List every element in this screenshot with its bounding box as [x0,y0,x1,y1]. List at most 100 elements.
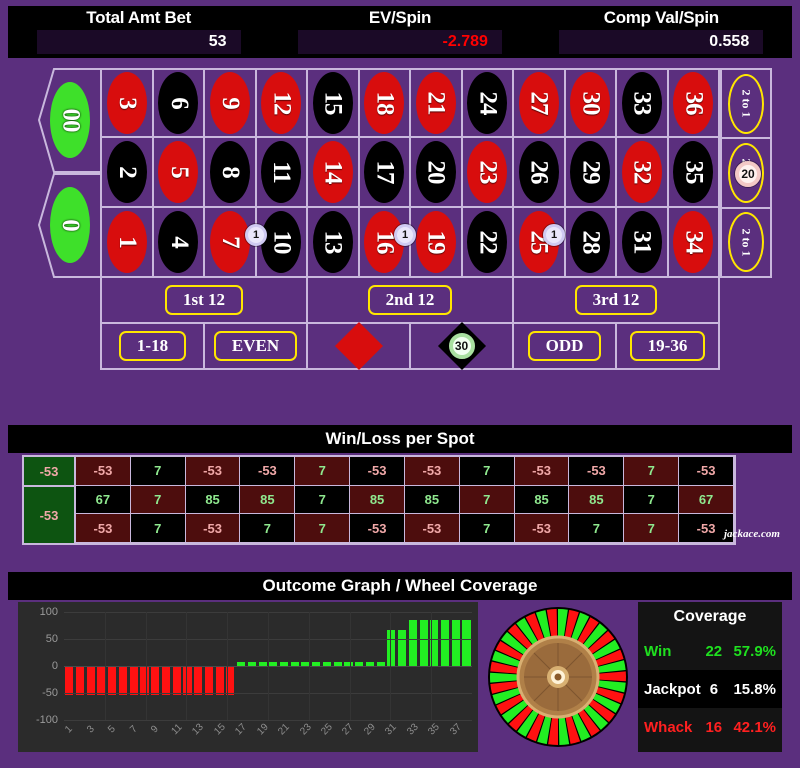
winloss-cell: -53 [185,514,241,543]
number-cell-4[interactable]: 4 [153,208,205,278]
coverage-percent: 15.8% [733,680,776,698]
chart-vgridline [431,612,433,720]
coverage-percent: 42.1% [733,718,777,736]
number-cell-13[interactable]: 13 [308,208,360,278]
number-cell-14[interactable]: 14 [308,138,360,208]
number-cell-26[interactable]: 26 [514,138,566,208]
winloss-cell: 7 [295,485,351,515]
winloss-cell: 7 [459,457,515,486]
column-bet-label: 2 to 1 [739,89,754,118]
number-oval: 15 [312,72,353,134]
number-cell-30[interactable]: 30 [565,68,617,138]
number-cell-18[interactable]: 18 [359,68,411,138]
chart-gridline [64,720,472,721]
number-label: 22 [474,230,502,254]
number-cell-9[interactable]: 9 [205,68,257,138]
number-cell-24[interactable]: 24 [462,68,514,138]
column-bet-middle[interactable]: 2 to 1 20 [722,139,770,209]
number-cell-28[interactable]: 28 [565,208,617,278]
stat-value: 53 [36,30,241,54]
number-cell-17[interactable]: 17 [359,138,411,208]
number-oval: 18 [364,72,405,134]
chart-y-tick: 50 [45,633,58,645]
number-cell-20[interactable]: 20 [411,138,463,208]
chart-bar [387,629,396,666]
outcome-graph-title: Outcome Graph / Wheel Coverage [8,572,792,600]
number-cell-15[interactable]: 15 [308,68,360,138]
number-cell-6[interactable]: 6 [153,68,205,138]
number-cell-19[interactable]: 19 [411,208,463,278]
number-oval: 13 [312,211,353,273]
number-label: 15 [319,91,347,115]
column-bet-bottom[interactable]: 2 to 1 [722,209,770,276]
number-oval: 31 [621,211,662,273]
chart-x-label-slot: 13 [190,722,206,748]
number-oval: 24 [467,72,508,134]
number-cell-34[interactable]: 34 [668,208,720,278]
number-label: 30 [577,91,605,115]
number-label: 12 [268,91,296,115]
number-cell-29[interactable]: 29 [565,138,617,208]
number-cell-22[interactable]: 22 [462,208,514,278]
chart-x-label-slot [440,722,451,748]
number-cell-36[interactable]: 36 [668,68,720,138]
number-cell-32[interactable]: 32 [617,138,669,208]
number-cell-33[interactable]: 33 [617,68,669,138]
number-oval: 8 [209,141,250,203]
dozen-bet-2nd-12[interactable]: 2nd 12 [308,278,514,324]
dozen-label: 1st 12 [164,285,244,315]
stat-value-wrap: 53 [8,30,269,56]
number-cell-27[interactable]: 27 [514,68,566,138]
double-zero-label: 00 [57,108,84,132]
number-oval: 26 [518,141,559,203]
number-cell-35[interactable]: 35 [668,138,720,208]
chart-y-tick: 0 [51,660,58,672]
chart-vgridline [349,612,351,720]
number-cell-8[interactable]: 8 [205,138,257,208]
winloss-cell: -53 [514,457,570,486]
winloss-cell: -53 [185,457,241,486]
number-cell-1[interactable]: 1 [102,208,154,278]
winloss-cell: 85 [350,485,405,515]
zero-cell[interactable]: 0 [38,173,100,278]
number-cell-3[interactable]: 3 [102,68,154,138]
number-cell-12[interactable]: 12 [256,68,308,138]
number-oval: 12 [261,72,302,134]
bet-chip-black[interactable]: 30 [448,333,475,359]
outside-bet-label: ODD [527,331,602,361]
winloss-cell: 85 [404,485,460,515]
number-cell-2[interactable]: 2 [102,138,154,208]
outside-bet-black[interactable]: 30 [411,321,514,371]
chart-bar [86,666,95,695]
dozen-bet-3rd-12[interactable]: 3rd 12 [514,278,720,324]
number-label: 31 [628,230,656,254]
chart-x-label-slot [161,722,172,748]
number-cell-10[interactable]: 10 [256,208,308,278]
bet-chip-split-8-11[interactable]: 1 [245,224,267,246]
chart-x-label-slot: 27 [341,722,357,748]
outside-bet-high[interactable]: 19-36 [617,324,720,370]
outside-bet-red[interactable] [308,321,411,371]
number-cell-5[interactable]: 5 [153,138,205,208]
bet-chip-split-17-20[interactable]: 1 [394,224,416,246]
outside-bet-even[interactable]: EVEN [205,324,308,370]
column-bet-top[interactable]: 2 to 1 [722,70,770,140]
number-label: 20 [422,160,450,184]
coverage-title: Coverage [673,608,747,625]
number-cell-31[interactable]: 31 [617,208,669,278]
double-zero-cell[interactable]: 00 [38,68,100,173]
number-cell-11[interactable]: 11 [256,138,308,208]
number-cell-21[interactable]: 21 [411,68,463,138]
winloss-cell: 67 [76,485,131,515]
chart-x-label-slot [246,722,257,748]
number-oval: 3 [106,72,147,134]
outside-bet-odd[interactable]: ODD [514,324,617,370]
number-label: 32 [628,160,656,184]
chart-vgridline [186,612,188,720]
outside-bet-low[interactable]: 1-18 [102,324,205,370]
bet-chip-split-26-29[interactable]: 1 [543,224,565,246]
number-cell-23[interactable]: 23 [462,138,514,208]
dozen-bet-1st-12[interactable]: 1st 12 [102,278,308,324]
number-oval: 20 [415,141,456,203]
number-oval: 28 [570,211,611,273]
